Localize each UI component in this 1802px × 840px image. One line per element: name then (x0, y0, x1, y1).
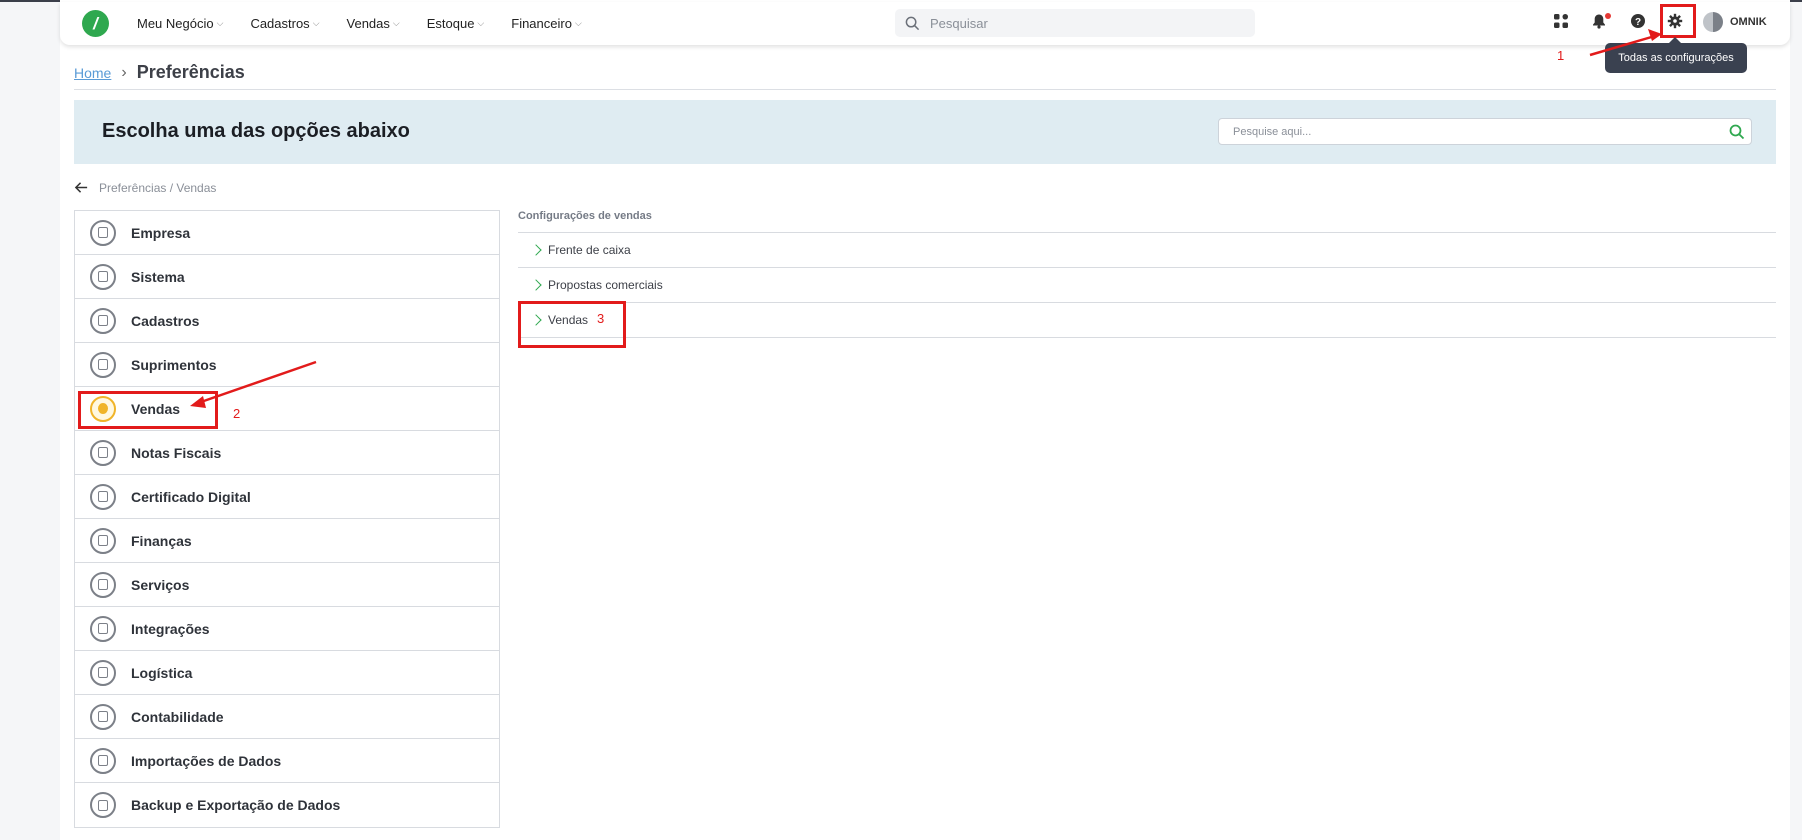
nav-estoque[interactable]: Estoque ⌵ (427, 16, 485, 31)
invoice-icon (90, 439, 116, 466)
banner-title: Escolha uma das opções abaixo (102, 120, 410, 142)
search-icon[interactable] (1729, 124, 1745, 140)
global-search-input[interactable] (930, 15, 1230, 31)
chevron-down-icon: ⌵ (216, 18, 224, 28)
sidebar-item-financas[interactable]: Finanças (75, 519, 499, 563)
search-icon (905, 16, 920, 30)
app-logo[interactable]: / (82, 10, 109, 37)
preferences-sidebar: Empresa Sistema Cadastros Suprimentos Ve… (74, 210, 500, 828)
sidebar-item-servicos[interactable]: Serviços (75, 563, 499, 607)
config-item-propostas-comerciais[interactable]: Propostas comerciais (518, 268, 1776, 303)
import-icon (90, 747, 116, 774)
sidebar-item-importacoes[interactable]: Importações de Dados (75, 739, 499, 783)
config-item-frente-de-caixa[interactable]: Frente de caixa (518, 233, 1776, 268)
page-title: Preferências (136, 62, 245, 82)
integration-icon (90, 615, 116, 642)
annotation-number-3: 3 (597, 311, 605, 326)
annotation-box-vendas-config (518, 301, 626, 348)
sidebar-item-contabilidade[interactable]: Contabilidade (75, 695, 499, 739)
chevron-down-icon: ⌵ (392, 18, 400, 28)
sidebar-item-backup[interactable]: Backup e Exportação de Dados (75, 783, 499, 827)
sales-config-list: Frente de caixa Propostas comerciais Ven… (518, 232, 1776, 338)
sidebar-item-sistema[interactable]: Sistema (75, 255, 499, 299)
current-path: Preferências / Vendas (99, 180, 217, 195)
export-icon (90, 792, 116, 818)
book-icon (90, 307, 116, 334)
chevron-down-icon: ⌵ (574, 18, 582, 28)
annotation-number-2: 2 (233, 406, 241, 421)
back-navigation: Preferências / Vendas (74, 180, 216, 195)
preferences-search-input[interactable] (1233, 125, 1713, 138)
sidebar-item-cadastros[interactable]: Cadastros (75, 299, 499, 343)
annotation-box-vendas-sidebar (78, 391, 218, 429)
section-title: Configurações de vendas (518, 210, 652, 222)
svg-text:?: ? (1635, 17, 1641, 28)
apps-grid-icon[interactable] (1553, 13, 1569, 29)
sidebar-item-certificado-digital[interactable]: Certificado Digital (75, 475, 499, 519)
sidebar-item-notas-fiscais[interactable]: Notas Fiscais (75, 431, 499, 475)
divider (74, 89, 1776, 90)
box-icon (90, 351, 116, 378)
main-menu: Meu Negócio ⌵ Cadastros ⌵ Vendas ⌵ Estoque ⌵… (137, 2, 609, 45)
lock-icon (90, 483, 116, 510)
annotation-box-settings (1660, 4, 1696, 38)
breadcrumb-home-link[interactable]: Home (74, 65, 111, 81)
truck-icon (90, 659, 116, 686)
sidebar-item-empresa[interactable]: Empresa (75, 211, 499, 255)
chevron-right-icon (530, 279, 542, 291)
monitor-icon (90, 263, 116, 290)
nav-meu-negocio[interactable]: Meu Negócio ⌵ (137, 16, 223, 31)
arrow-left-icon[interactable] (74, 180, 89, 195)
chart-icon (90, 219, 116, 246)
nav-vendas[interactable]: Vendas ⌵ (347, 16, 400, 31)
document-icon (90, 571, 116, 598)
chevron-down-icon: ⌵ (312, 18, 320, 28)
top-navbar: / Meu Negócio ⌵ Cadastros ⌵ Vendas ⌵ Estoqu… (60, 2, 1790, 45)
sidebar-item-logistica[interactable]: Logística (75, 651, 499, 695)
sidebar-item-suprimentos[interactable]: Suprimentos (75, 343, 499, 387)
options-banner: Escolha uma das opções abaixo (74, 100, 1776, 164)
calculator-icon (90, 703, 116, 730)
chevron-right-icon (530, 244, 542, 256)
chevron-down-icon: ⌵ (477, 18, 485, 28)
piggy-bank-icon (90, 527, 116, 554)
config-item-vendas[interactable]: Vendas (518, 303, 1776, 338)
nav-cadastros[interactable]: Cadastros ⌵ (250, 16, 319, 31)
global-search[interactable] (895, 9, 1255, 37)
sidebar-item-integracoes[interactable]: Integrações (75, 607, 499, 651)
username[interactable]: OMNIK (1730, 16, 1767, 28)
avatar[interactable] (1703, 12, 1723, 32)
chevron-right-icon: › (121, 63, 127, 81)
nav-financeiro[interactable]: Financeiro ⌵ (511, 16, 582, 31)
notification-badge (1605, 13, 1611, 19)
breadcrumb: Home › Preferências (74, 62, 245, 83)
help-icon[interactable]: ? (1630, 13, 1646, 29)
settings-tooltip: Todas as configurações (1605, 37, 1747, 73)
preferences-search[interactable] (1218, 118, 1752, 145)
annotation-number-1: 1 (1557, 48, 1565, 63)
